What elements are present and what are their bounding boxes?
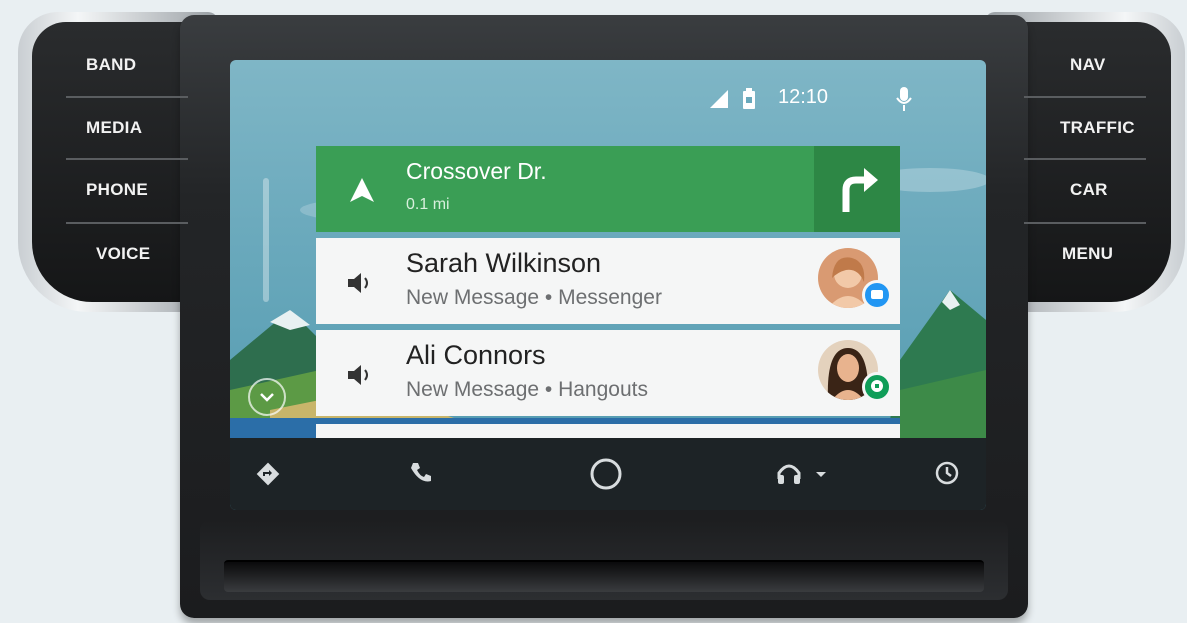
chevron-down-icon[interactable] [248,378,286,416]
menu-button[interactable]: MENU [1062,244,1113,264]
speaker-icon[interactable] [348,272,374,299]
headphones-icon[interactable] [776,459,828,491]
button-divider [66,96,188,98]
button-divider [1024,96,1146,98]
bottom-nav-bar [230,438,986,510]
message-subtitle: New Message • Messenger [406,286,662,309]
traffic-button[interactable]: TRAFFIC [1060,118,1135,138]
navigation-card[interactable]: Crossover Dr. 0.1 mi [316,146,900,232]
signal-icon [710,90,730,112]
recents-icon[interactable] [933,459,961,491]
nav-button[interactable]: NAV [1070,55,1106,75]
voice-button[interactable]: VOICE [96,244,150,264]
android-auto-screen: 12:10 Crossover Dr. 0.1 mi Sarah Wilkins… [230,60,986,510]
button-divider [66,222,188,224]
messenger-icon [862,280,892,310]
car-button[interactable]: CAR [1070,180,1108,200]
battery-icon [742,88,756,114]
message-card[interactable]: Ali Connors New Message • Hangouts [316,330,900,416]
cd-slot [224,560,984,592]
turn-indicator [814,146,900,232]
button-divider [1024,222,1146,224]
message-card[interactable]: Sarah Wilkinson New Message • Messenger [316,238,900,324]
sender-name: Ali Connors [406,340,546,370]
status-bar: 12:10 [686,86,986,116]
directions-icon[interactable] [256,462,280,490]
home-circle-icon[interactable] [589,457,623,495]
navigation-arrow-icon [350,178,374,207]
microphone-icon[interactable] [894,86,914,116]
band-button[interactable]: BAND [86,55,136,75]
street-name: Crossover Dr. [406,158,547,184]
turn-right-icon [836,166,880,219]
distance-label: 0.1 mi [406,196,450,213]
button-divider [66,158,188,160]
message-subtitle: New Message • Hangouts [406,378,648,401]
button-divider [1024,158,1146,160]
clock: 12:10 [778,86,829,108]
phone-icon[interactable] [408,460,434,490]
phone-button[interactable]: PHONE [86,180,148,200]
hangouts-icon [862,372,892,402]
speaker-icon[interactable] [348,364,374,391]
scroll-track[interactable] [263,178,269,302]
media-button[interactable]: MEDIA [86,118,142,138]
sender-name: Sarah Wilkinson [406,248,602,278]
